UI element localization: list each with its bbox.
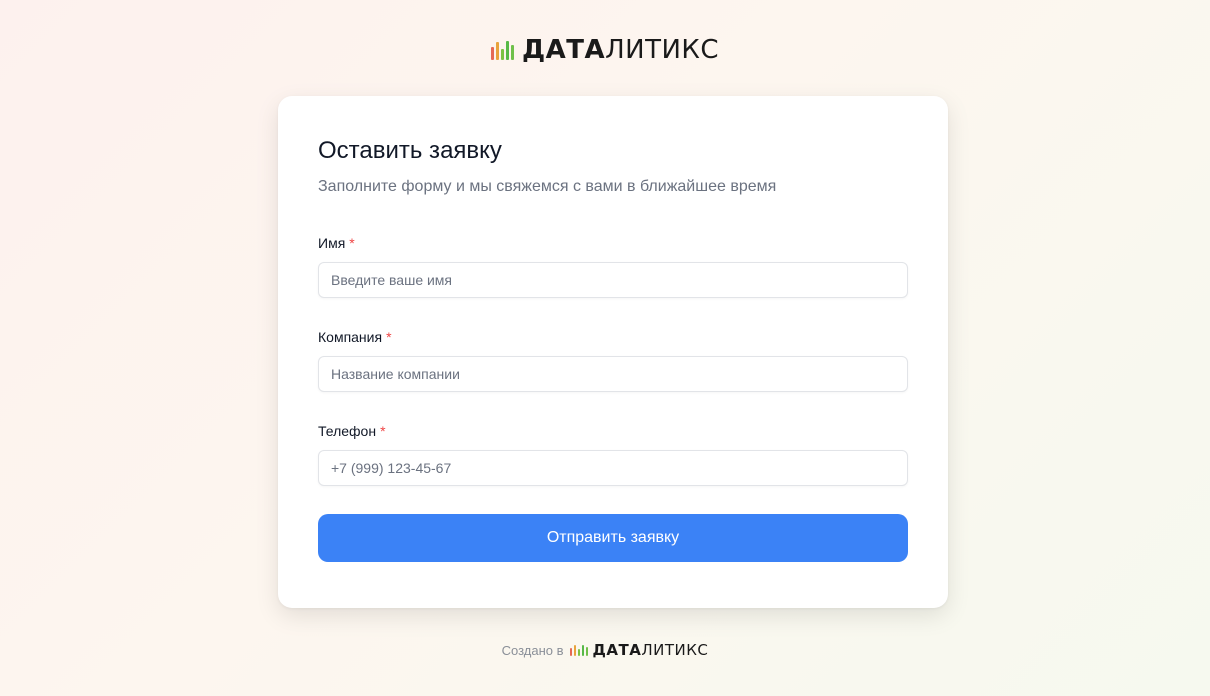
company-label: Компания * xyxy=(318,328,908,346)
form-title: Оставить заявку xyxy=(318,137,502,164)
name-label-text: Имя xyxy=(318,235,346,251)
request-form-card: Оставить заявку Заполните форму и мы свя… xyxy=(278,96,948,608)
name-label: Имя * xyxy=(318,234,908,252)
page-footer: Создано в ДАТА ЛИТИКС xyxy=(0,640,1210,660)
brand-logo: ДАТА ЛИТИКС xyxy=(490,35,719,65)
phone-input[interactable] xyxy=(318,450,908,486)
company-label-text: Компания xyxy=(318,329,383,345)
company-input[interactable] xyxy=(318,356,908,392)
footer-brand-wordmark: ДАТА ЛИТИКС xyxy=(593,641,709,659)
brand-wordmark: ДАТА ЛИТИКС xyxy=(522,35,719,65)
phone-label-text: Телефон xyxy=(318,423,377,439)
brand-name-bold: ДАТА xyxy=(521,35,606,65)
name-input[interactable] xyxy=(318,262,908,298)
page-header: ДАТА ЛИТИКС xyxy=(0,35,1210,65)
name-field-group: Имя * xyxy=(318,234,908,298)
phone-field-group: Телефон * xyxy=(318,422,908,486)
brand-name-bold: ДАТА xyxy=(592,641,642,659)
required-mark: * xyxy=(386,329,392,345)
phone-label: Телефон * xyxy=(318,422,908,440)
required-mark: * xyxy=(349,235,355,251)
brand-name-light: ЛИТИКС xyxy=(641,641,709,659)
bar-chart-logo-icon xyxy=(490,40,514,60)
form-subtitle: Заполните форму и мы свяжемся с вами в б… xyxy=(318,178,777,195)
submit-button[interactable]: Отправить заявку xyxy=(318,514,908,562)
required-mark: * xyxy=(380,423,386,439)
company-field-group: Компания * xyxy=(318,328,908,392)
bar-chart-logo-icon xyxy=(569,644,588,656)
footer-created-in: Создано в xyxy=(501,642,564,658)
footer-brand-link[interactable]: ДАТА ЛИТИКС xyxy=(569,641,709,659)
brand-name-light: ЛИТИКС xyxy=(605,35,720,65)
